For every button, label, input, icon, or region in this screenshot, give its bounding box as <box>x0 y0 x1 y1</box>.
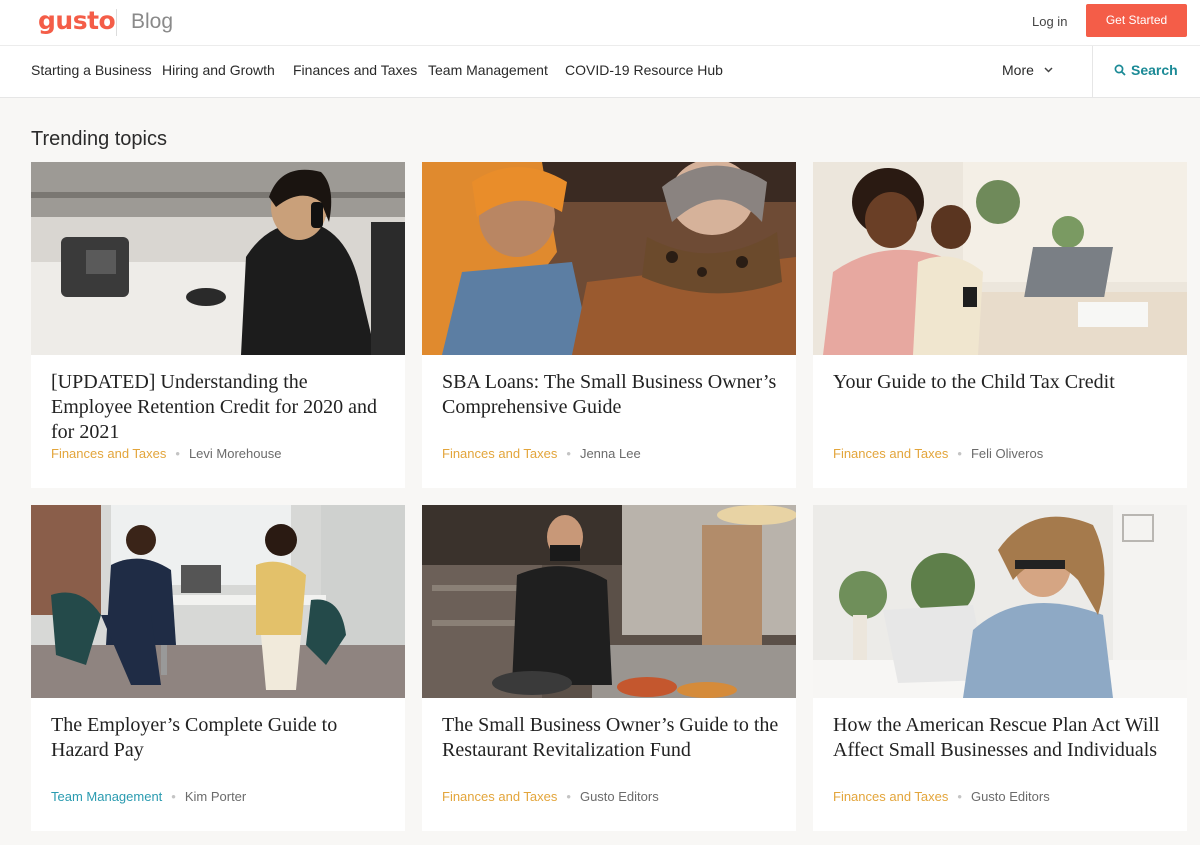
article-meta: Finances and Taxes • Jenna Lee <box>442 446 641 461</box>
author-name: Feli Oliveros <box>970 446 1044 461</box>
nav-item-finances-and-taxes[interactable]: Finances and Taxes <box>293 62 417 78</box>
article-card[interactable]: How the American Rescue Plan Act Will Af… <box>813 505 1187 831</box>
nav-divider <box>1092 46 1093 98</box>
gusto-logo[interactable]: gusto <box>38 6 116 35</box>
category-tag[interactable]: Finances and Taxes <box>442 446 557 461</box>
nav-item-team-management[interactable]: Team Management <box>428 62 548 78</box>
article-card[interactable]: [UPDATED] Understanding the Employee Ret… <box>31 162 405 488</box>
category-tag[interactable]: Finances and Taxes <box>833 789 948 804</box>
article-meta: Finances and Taxes • Gusto Editors <box>442 789 659 804</box>
article-card[interactable]: Your Guide to the Child Tax Credit Finan… <box>813 162 1187 488</box>
section-title: Trending topics <box>31 128 167 150</box>
category-tag[interactable]: Team Management <box>51 789 162 804</box>
author-name: Gusto Editors <box>579 789 659 804</box>
article-meta: Finances and Taxes • Feli Oliveros <box>833 446 1043 461</box>
nav-item-covid-19-resource-hub[interactable]: COVID-19 Resource Hub <box>565 62 723 78</box>
login-link[interactable]: Log in <box>1032 14 1067 29</box>
chevron-down-icon[interactable] <box>1043 64 1054 75</box>
article-title[interactable]: How the American Rescue Plan Act Will Af… <box>833 713 1173 763</box>
blog-label[interactable]: Blog <box>131 10 173 34</box>
separator-dot: • <box>957 789 962 804</box>
search-icon[interactable] <box>1114 64 1126 76</box>
article-card[interactable]: The Small Business Owner’s Guide to the … <box>422 505 796 831</box>
category-tag[interactable]: Finances and Taxes <box>51 446 166 461</box>
two-women-reading-photo[interactable] <box>422 162 796 355</box>
woman-on-phone-photo[interactable] <box>31 162 405 355</box>
separator-dot: • <box>566 446 571 461</box>
get-started-button[interactable]: Get Started <box>1086 4 1187 37</box>
article-title[interactable]: The Small Business Owner’s Guide to the … <box>442 713 782 763</box>
woman-at-laptop-photo[interactable] <box>813 505 1187 698</box>
article-card[interactable]: The Employer’s Complete Guide to Hazard … <box>31 505 405 831</box>
author-name: Gusto Editors <box>970 789 1050 804</box>
article-title[interactable]: Your Guide to the Child Tax Credit <box>833 370 1173 395</box>
article-meta: Team Management • Kim Porter <box>51 789 246 804</box>
search-button[interactable]: Search <box>1131 62 1178 78</box>
article-meta: Finances and Taxes • Gusto Editors <box>833 789 1050 804</box>
logo-divider <box>116 9 117 36</box>
category-nav: Starting a Business Hiring and Growth Fi… <box>0 46 1200 98</box>
masked-chef-cooking-photo[interactable] <box>422 505 796 698</box>
article-title[interactable]: [UPDATED] Understanding the Employee Ret… <box>51 370 391 445</box>
separator-dot: • <box>957 446 962 461</box>
category-tag[interactable]: Finances and Taxes <box>442 789 557 804</box>
article-meta: Finances and Taxes • Levi Morehouse <box>51 446 281 461</box>
nav-item-starting-a-business[interactable]: Starting a Business <box>31 62 152 78</box>
article-card[interactable]: SBA Loans: The Small Business Owner’s Co… <box>422 162 796 488</box>
author-name: Jenna Lee <box>579 446 641 461</box>
separator-dot: • <box>171 789 176 804</box>
separator-dot: • <box>175 446 180 461</box>
category-tag[interactable]: Finances and Taxes <box>833 446 948 461</box>
masked-office-workers-photo[interactable] <box>31 505 405 698</box>
author-name: Levi Morehouse <box>188 446 282 461</box>
mother-and-child-photo[interactable] <box>813 162 1187 355</box>
article-title[interactable]: The Employer’s Complete Guide to Hazard … <box>51 713 391 763</box>
article-title[interactable]: SBA Loans: The Small Business Owner’s Co… <box>442 370 782 420</box>
author-name: Kim Porter <box>184 789 247 804</box>
more-menu-button[interactable]: More <box>1002 62 1034 78</box>
nav-item-hiring-and-growth[interactable]: Hiring and Growth <box>162 62 275 78</box>
separator-dot: • <box>566 789 571 804</box>
top-bar: gusto Blog Log in Get Started <box>0 0 1200 46</box>
